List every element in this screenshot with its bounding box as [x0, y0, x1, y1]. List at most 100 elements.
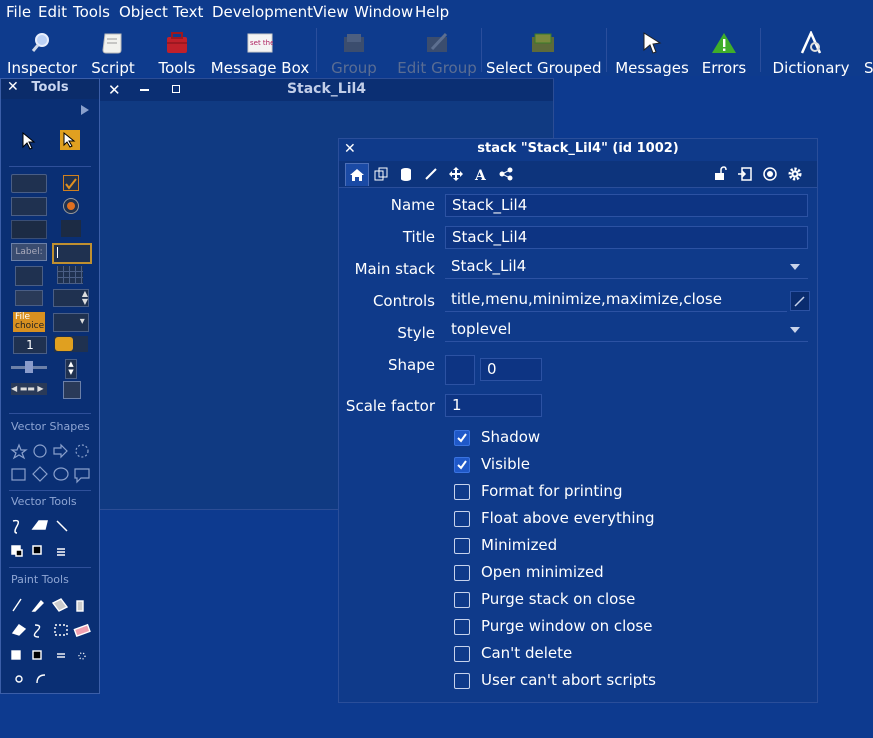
tab-colors[interactable]: [420, 163, 442, 185]
menu-file[interactable]: File: [6, 3, 31, 21]
pointer-tool-icon[interactable]: [60, 130, 80, 150]
checkbox-purge-stack-on-close[interactable]: [454, 592, 470, 608]
table-tool-icon[interactable]: [57, 266, 83, 284]
tab-position[interactable]: [445, 163, 467, 185]
checkbox-tool-icon[interactable]: [63, 175, 79, 191]
target-button[interactable]: [759, 163, 781, 185]
tab-basic[interactable]: [345, 163, 369, 186]
main-stack-dropdown[interactable]: Stack_Lil4: [445, 256, 808, 279]
curve-tool-icon[interactable]: [12, 519, 20, 534]
pen-color-icon[interactable]: [32, 545, 42, 555]
shape-picker[interactable]: [445, 355, 475, 385]
edit-group-button[interactable]: Edit Group: [396, 24, 478, 77]
inspector-button[interactable]: Inspector: [4, 24, 80, 77]
errors-button[interactable]: Errors: [698, 24, 750, 77]
style-dropdown[interactable]: toplevel: [445, 319, 808, 342]
select-tool-icon[interactable]: [54, 624, 68, 636]
arc-tool-icon[interactable]: [36, 674, 46, 684]
checkbox-visible[interactable]: [454, 457, 470, 473]
radio-tool-icon[interactable]: [63, 198, 79, 214]
tab-panel-tool-icon[interactable]: [61, 220, 81, 237]
list-tool-icon[interactable]: [15, 290, 43, 306]
freeform-tool-icon[interactable]: [31, 520, 48, 530]
scrollbar-tool-icon[interactable]: ◀ ▬▬ ▶: [11, 383, 47, 395]
diamond-tool-icon[interactable]: [32, 466, 48, 482]
scrolling-field-tool-icon[interactable]: [15, 266, 43, 286]
button-tool-icon[interactable]: [11, 174, 47, 193]
toggle-tool-icon[interactable]: [54, 336, 88, 352]
scale-factor-field[interactable]: 1: [445, 394, 542, 417]
lasso-fill-icon[interactable]: [11, 624, 27, 636]
eraser-tool-icon[interactable]: [73, 623, 91, 638]
script-button[interactable]: Script: [87, 24, 139, 77]
controls-edit-button[interactable]: [790, 291, 810, 311]
tools-button[interactable]: Tools: [150, 24, 204, 77]
menu-object[interactable]: Object: [119, 3, 168, 21]
oval-tool-icon[interactable]: [33, 444, 47, 458]
numeric-tool-icon[interactable]: 1: [13, 336, 47, 354]
stroke-color-icon[interactable]: [15, 549, 23, 557]
messages-button[interactable]: Messages: [614, 24, 690, 77]
menu-development[interactable]: Development: [212, 3, 313, 21]
image-tool-icon[interactable]: [63, 381, 81, 399]
bucket-tool-icon[interactable]: [51, 598, 69, 612]
tab-text[interactable]: A: [470, 163, 492, 185]
slider-tool-icon[interactable]: [11, 361, 47, 373]
spray-tool-icon[interactable]: [76, 600, 84, 612]
message-box-button[interactable]: set the Message Box: [210, 24, 310, 77]
checkbox-minimized[interactable]: [454, 538, 470, 554]
menu-tools[interactable]: Tools: [73, 3, 110, 21]
menu-window[interactable]: Window: [354, 3, 413, 21]
tools-palette-titlebar[interactable]: ✕ Tools: [1, 79, 99, 99]
text-field-tool-icon[interactable]: [52, 243, 92, 264]
arrow-tool-icon[interactable]: [53, 443, 68, 459]
star-tool-icon[interactable]: [10, 443, 28, 460]
checkbox-purge-window-on-close[interactable]: [454, 619, 470, 635]
overflow-button[interactable]: S: [858, 24, 873, 74]
tab-icons[interactable]: [370, 163, 392, 185]
polygon-tool-icon[interactable]: [75, 444, 89, 458]
name-field[interactable]: Stack_Lil4: [445, 194, 808, 217]
spinner-tool-icon[interactable]: ▲ ▼: [65, 359, 77, 379]
rectangle-tool-icon[interactable]: [11, 220, 47, 239]
stepper-tool-icon[interactable]: ▲ ▼: [53, 289, 89, 307]
settings-button[interactable]: [784, 163, 806, 185]
line-tool-icon[interactable]: [56, 520, 68, 532]
regular-polygon-icon[interactable]: [15, 675, 23, 683]
checkbox-float-above-everything[interactable]: [454, 511, 470, 527]
checkbox-format-for-printing[interactable]: [454, 484, 470, 500]
callout-tool-icon[interactable]: [74, 468, 90, 484]
paint-fill-color-icon[interactable]: [11, 650, 21, 660]
label-tool-icon[interactable]: Label:: [11, 243, 47, 261]
shape-field[interactable]: 0: [480, 358, 542, 381]
checkbox-open-minimized[interactable]: [454, 565, 470, 581]
select-object-button[interactable]: [734, 163, 756, 185]
browse-tool-icon[interactable]: [21, 132, 37, 150]
paint-pen-color-icon[interactable]: [32, 650, 42, 660]
tab-advanced[interactable]: [495, 163, 517, 185]
field-tool-icon[interactable]: [11, 197, 47, 216]
menu-help[interactable]: Help: [415, 3, 449, 21]
tab-custom-properties[interactable]: [395, 163, 417, 185]
combo-box-tool-icon[interactable]: ▾: [53, 313, 89, 332]
spray-size-icon[interactable]: [78, 652, 86, 660]
file-choice-tool-icon[interactable]: File choice: [13, 312, 45, 332]
checkbox-shadow[interactable]: [454, 430, 470, 446]
brush-tool-icon[interactable]: [31, 599, 44, 612]
menu-edit[interactable]: Edit: [38, 3, 67, 21]
inspector-titlebar[interactable]: ✕ stack "Stack_Lil4" (id 1002): [339, 139, 817, 161]
rect-shape-tool-icon[interactable]: [11, 468, 26, 481]
lock-button[interactable]: [709, 163, 731, 185]
checkbox-user-can-t-abort-scripts[interactable]: [454, 673, 470, 689]
checkbox-can-t-delete[interactable]: [454, 646, 470, 662]
select-grouped-button[interactable]: Select Grouped: [486, 24, 601, 77]
menu-view[interactable]: View: [313, 3, 349, 21]
pencil-tool-icon[interactable]: [12, 598, 22, 612]
expand-arrow-icon[interactable]: [81, 105, 89, 115]
controls-field[interactable]: title,menu,minimize,maximize,close: [445, 289, 787, 312]
rounded-tool-icon[interactable]: [53, 467, 69, 481]
menu-text[interactable]: Text: [173, 3, 203, 21]
group-button[interactable]: Group: [326, 24, 382, 77]
dictionary-button[interactable]: Dictionary: [770, 24, 852, 77]
lasso-tool-icon[interactable]: [33, 624, 41, 638]
